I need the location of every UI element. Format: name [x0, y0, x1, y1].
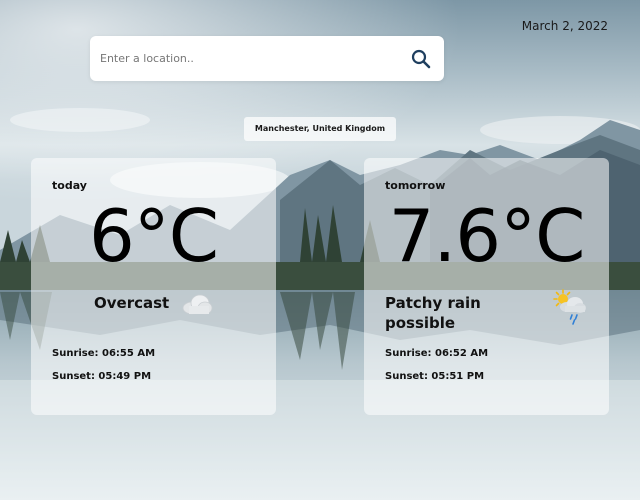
condition-text: Patchy rain possible	[385, 294, 481, 332]
search-bar	[90, 36, 444, 81]
search-button[interactable]	[410, 48, 432, 70]
current-date: March 2, 2022	[521, 19, 608, 33]
condition-text: Overcast	[94, 294, 170, 312]
sunrise-time: Sunrise: 06:55 AM	[52, 348, 156, 359]
location-search-input[interactable]	[100, 36, 400, 81]
tomorrow-forecast-card: tomorrow 7.6°C Patchy rain possible Sunr…	[364, 158, 609, 415]
location-name: Manchester, United Kingdom	[244, 117, 396, 141]
sun-cloud-rain-icon	[550, 288, 590, 328]
today-forecast-card: today 6°C Overcast Sunrise: 06:55 AM Sun…	[31, 158, 276, 415]
cloud-icon	[181, 292, 213, 316]
day-label: tomorrow	[385, 179, 446, 192]
sunrise-time: Sunrise: 06:52 AM	[385, 348, 489, 359]
temperature: 6°C	[88, 194, 219, 278]
sunset-time: Sunset: 05:49 PM	[52, 371, 152, 382]
search-icon	[411, 49, 431, 69]
sunset-time: Sunset: 05:51 PM	[385, 371, 485, 382]
day-label: today	[52, 179, 87, 192]
temperature: 7.6°C	[388, 194, 586, 278]
